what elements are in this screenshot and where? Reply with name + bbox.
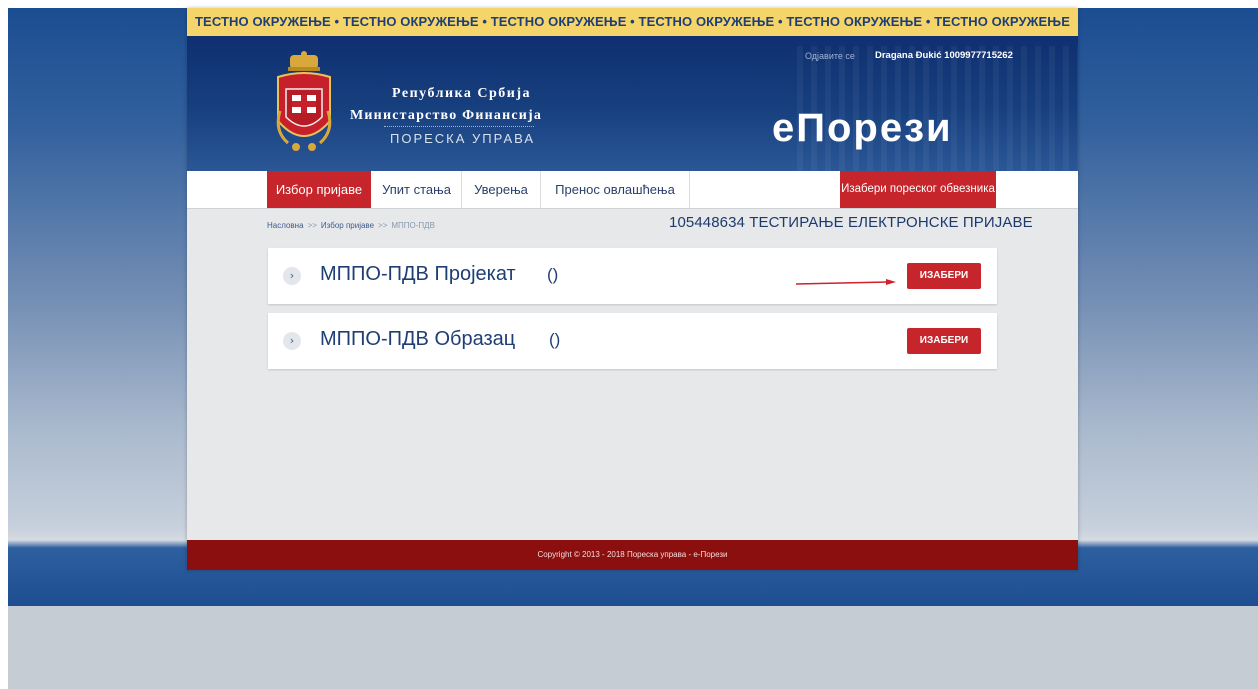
nav-tab-select-return[interactable]: Избор пријаве <box>267 171 371 208</box>
page-left-strip <box>0 8 8 689</box>
main-nav: Избор пријаве Упит стања Уверења Пренос … <box>187 171 1078 209</box>
arrow-right-icon <box>796 279 896 285</box>
select-taxpayer-button[interactable]: Изабери пореског обвезника <box>840 171 996 208</box>
page-lower-background <box>8 606 1258 689</box>
logout-link[interactable]: Одјавите се <box>805 51 855 61</box>
page-top-strip <box>0 0 1258 8</box>
nav-tab-balance-inquiry[interactable]: Упит стања <box>372 171 462 208</box>
form-title: МППО-ПДВ Образац <box>320 328 516 350</box>
form-card-form: › МППО-ПДВ Образац () ИЗАБЕРИ <box>268 313 997 369</box>
breadcrumb-separator: >> <box>307 221 317 230</box>
breadcrumb-current: МППО-ПДВ <box>391 221 435 230</box>
breadcrumb-select-return-link[interactable]: Избор пријаве <box>321 221 374 230</box>
select-form-button[interactable]: ИЗАБЕРИ <box>907 263 981 289</box>
chevron-right-icon[interactable]: › <box>283 267 301 285</box>
taxpayer-title: 105448634 ТЕСТИРАЊЕ ЕЛЕКТРОНСКЕ ПРИЈАВЕ <box>669 214 1033 231</box>
site-header: Република Србија Министарство Финансија … <box>187 36 1078 171</box>
org-name-republic: Република Србија <box>392 86 532 101</box>
form-card-project: › МППО-ПДВ Пројекат () ИЗАБЕРИ <box>268 248 997 304</box>
org-name-tax-administration: ПОРЕСКА УПРАВА <box>390 131 536 146</box>
form-title: МППО-ПДВ Пројекат <box>320 263 516 285</box>
nav-tab-authorization-transfer[interactable]: Пренос овлашћења <box>541 171 690 208</box>
select-form-button[interactable]: ИЗАБЕРИ <box>907 328 981 354</box>
main-container: ТЕСТНО ОКРУЖЕЊЕ • ТЕСТНО ОКРУЖЕЊЕ • ТЕСТ… <box>187 8 1078 570</box>
chevron-right-icon[interactable]: › <box>283 332 301 350</box>
form-count: () <box>549 330 561 349</box>
org-divider <box>384 126 534 127</box>
user-name: Dragana Đukić 1009977715262 <box>875 50 1013 61</box>
nav-tab-certificates[interactable]: Уверења <box>462 171 541 208</box>
breadcrumb-separator: >> <box>378 221 388 230</box>
breadcrumb-home-link[interactable]: Насловна <box>267 221 304 230</box>
form-count: () <box>547 265 559 284</box>
brand-logo: еПорези <box>772 106 953 150</box>
org-name-ministry: Министарство Финансија <box>350 108 543 123</box>
coat-of-arms-icon <box>276 51 332 151</box>
test-environment-banner: ТЕСТНО ОКРУЖЕЊЕ • ТЕСТНО ОКРУЖЕЊЕ • ТЕСТ… <box>187 8 1078 36</box>
footer-copyright: Copyright © 2013 - 2018 Пореска управа -… <box>187 540 1078 570</box>
breadcrumb: Насловна >> Избор пријаве >> МППО-ПДВ <box>267 221 435 230</box>
